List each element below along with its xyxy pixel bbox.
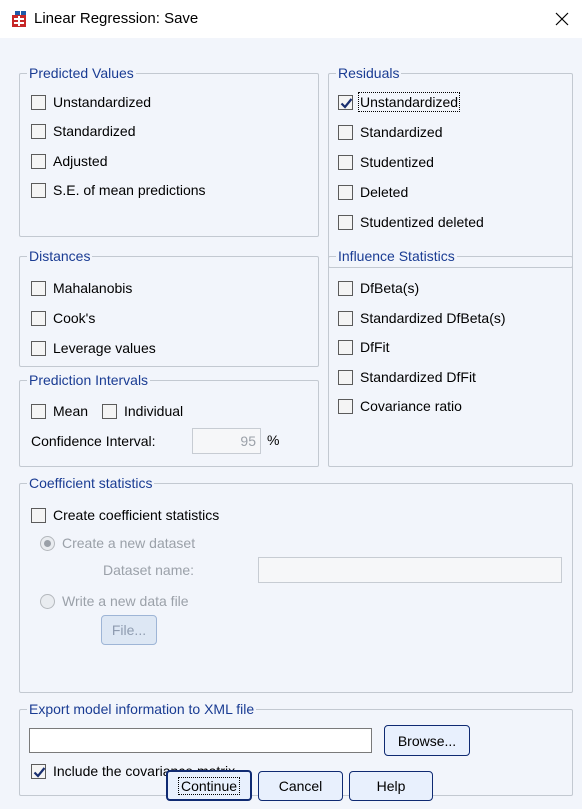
residuals-legend: Residuals: [338, 65, 400, 81]
checkbox-res-studentized[interactable]: Studentized: [338, 152, 434, 172]
close-button[interactable]: [542, 0, 582, 38]
close-icon: [555, 12, 569, 26]
checkbox-mean[interactable]: Mean: [31, 401, 88, 421]
checkbox-res-standardized[interactable]: Standardized: [338, 122, 443, 142]
xml-file-path-input[interactable]: [29, 728, 372, 753]
check-icon: [33, 766, 46, 778]
checkbox-dfbeta[interactable]: DfBeta(s): [338, 278, 419, 298]
checkbox-box[interactable]: [31, 153, 46, 169]
checkbox-box[interactable]: [338, 339, 353, 355]
checkbox-label: Mahalanobis: [53, 280, 133, 296]
checkbox-box[interactable]: [338, 310, 353, 326]
browse-button[interactable]: Browse...: [384, 725, 470, 756]
checkbox-box[interactable]: [338, 214, 353, 230]
checkbox-standardized-dffit[interactable]: Standardized DfFit: [338, 367, 476, 387]
checkbox-pred-adjusted[interactable]: Adjusted: [31, 151, 107, 171]
checkbox-res-deleted[interactable]: Deleted: [338, 182, 408, 202]
dataset-name-text: Dataset name:: [103, 562, 195, 578]
dialog-body: Predicted Values Unstandardized Standard…: [0, 38, 582, 809]
checkbox-label: Standardized DfBeta(s): [360, 310, 506, 326]
radio-label: Write a new data file: [62, 593, 189, 609]
check-icon: [340, 97, 353, 109]
checkbox-label: Unstandardized: [53, 94, 152, 110]
distances-legend: Distances: [29, 248, 91, 264]
checkbox-leverage[interactable]: Leverage values: [31, 338, 156, 358]
checkbox-label: Studentized: [360, 154, 434, 170]
checkbox-label: DfFit: [360, 339, 390, 355]
window-title: Linear Regression: Save: [34, 10, 199, 27]
checkbox-label: Create coefficient statistics: [53, 507, 220, 523]
checkbox-dffit[interactable]: DfFit: [338, 337, 390, 357]
prediction-intervals-legend: Prediction Intervals: [29, 372, 149, 388]
percent-label: %: [267, 430, 279, 450]
radio-circle[interactable]: [40, 535, 55, 551]
checkbox-label: Studentized deleted: [360, 214, 484, 230]
checkbox-pred-standardized[interactable]: Standardized: [31, 121, 136, 141]
checkbox-pred-se-mean[interactable]: S.E. of mean predictions: [31, 180, 206, 200]
checkbox-box[interactable]: [31, 763, 46, 779]
checkbox-individual[interactable]: Individual: [102, 401, 183, 421]
cancel-button[interactable]: Cancel: [258, 771, 343, 801]
checkbox-label: Covariance ratio: [360, 398, 462, 414]
checkbox-box[interactable]: [31, 310, 46, 326]
radio-label: Create a new dataset: [62, 535, 196, 551]
checkbox-box[interactable]: [31, 280, 46, 296]
checkbox-box[interactable]: [31, 403, 46, 419]
checkbox-box[interactable]: [31, 94, 46, 110]
checkbox-box[interactable]: [31, 182, 46, 198]
radio-dot: [44, 539, 51, 547]
continue-button-label: Continue: [177, 776, 241, 795]
checkbox-label: Leverage values: [53, 340, 156, 356]
checkbox-covariance-ratio[interactable]: Covariance ratio: [338, 396, 462, 416]
checkbox-label: Standardized: [53, 123, 136, 139]
confidence-interval-text: Confidence Interval:: [31, 433, 156, 449]
spss-dialog-icon: [12, 11, 26, 27]
checkbox-box[interactable]: [338, 124, 353, 140]
confidence-interval-label: Confidence Interval:: [31, 431, 156, 451]
checkbox-label: Standardized: [360, 124, 443, 140]
percent-text: %: [267, 432, 280, 448]
checkbox-res-studentized-deleted[interactable]: Studentized deleted: [338, 212, 484, 232]
checkbox-mahalanobis[interactable]: Mahalanobis: [31, 278, 132, 298]
checkbox-box[interactable]: [338, 369, 353, 385]
dataset-name-label: Dataset name:: [103, 560, 194, 580]
checkbox-label: Adjusted: [53, 153, 108, 169]
radio-create-new-dataset[interactable]: Create a new dataset: [40, 533, 195, 553]
dataset-name-input[interactable]: [258, 557, 562, 583]
checkbox-box[interactable]: [31, 340, 46, 356]
checkbox-label: Unstandardized: [357, 92, 461, 112]
checkbox-cooks[interactable]: Cook's: [31, 308, 95, 328]
coefficient-statistics-legend: Coefficient statistics: [29, 475, 153, 491]
radio-circle[interactable]: [40, 593, 55, 609]
checkbox-box[interactable]: [338, 184, 353, 200]
checkbox-res-unstandardized[interactable]: Unstandardized: [338, 92, 461, 112]
radio-write-new-data-file[interactable]: Write a new data file: [40, 591, 189, 611]
title-bar: Linear Regression: Save: [0, 0, 582, 38]
checkbox-box[interactable]: [31, 507, 46, 523]
file-button[interactable]: File...: [101, 615, 157, 645]
checkbox-create-coefficient[interactable]: Create coefficient statistics: [31, 505, 219, 525]
confidence-interval-input[interactable]: 95: [192, 428, 261, 454]
checkbox-standardized-dfbeta[interactable]: Standardized DfBeta(s): [338, 308, 506, 328]
checkbox-label: DfBeta(s): [360, 280, 420, 296]
continue-button[interactable]: Continue: [166, 770, 252, 801]
checkbox-label: S.E. of mean predictions: [53, 182, 206, 198]
checkbox-label: Mean: [53, 403, 89, 419]
checkbox-box[interactable]: [338, 94, 353, 110]
checkbox-box[interactable]: [102, 403, 117, 419]
export-xml-legend: Export model information to XML file: [29, 701, 255, 717]
checkbox-pred-unstandardized[interactable]: Unstandardized: [31, 92, 151, 112]
checkbox-box[interactable]: [338, 398, 353, 414]
checkbox-box[interactable]: [338, 280, 353, 296]
checkbox-label: Individual: [124, 403, 184, 419]
checkbox-box[interactable]: [31, 123, 46, 139]
influence-statistics-legend: Influence Statistics: [338, 248, 455, 264]
predicted-values-legend: Predicted Values: [29, 65, 134, 81]
checkbox-label: Deleted: [360, 184, 409, 200]
checkbox-label: Standardized DfFit: [360, 369, 476, 385]
checkbox-box[interactable]: [338, 154, 353, 170]
checkbox-label: Cook's: [53, 310, 96, 326]
help-button[interactable]: Help: [349, 771, 433, 801]
